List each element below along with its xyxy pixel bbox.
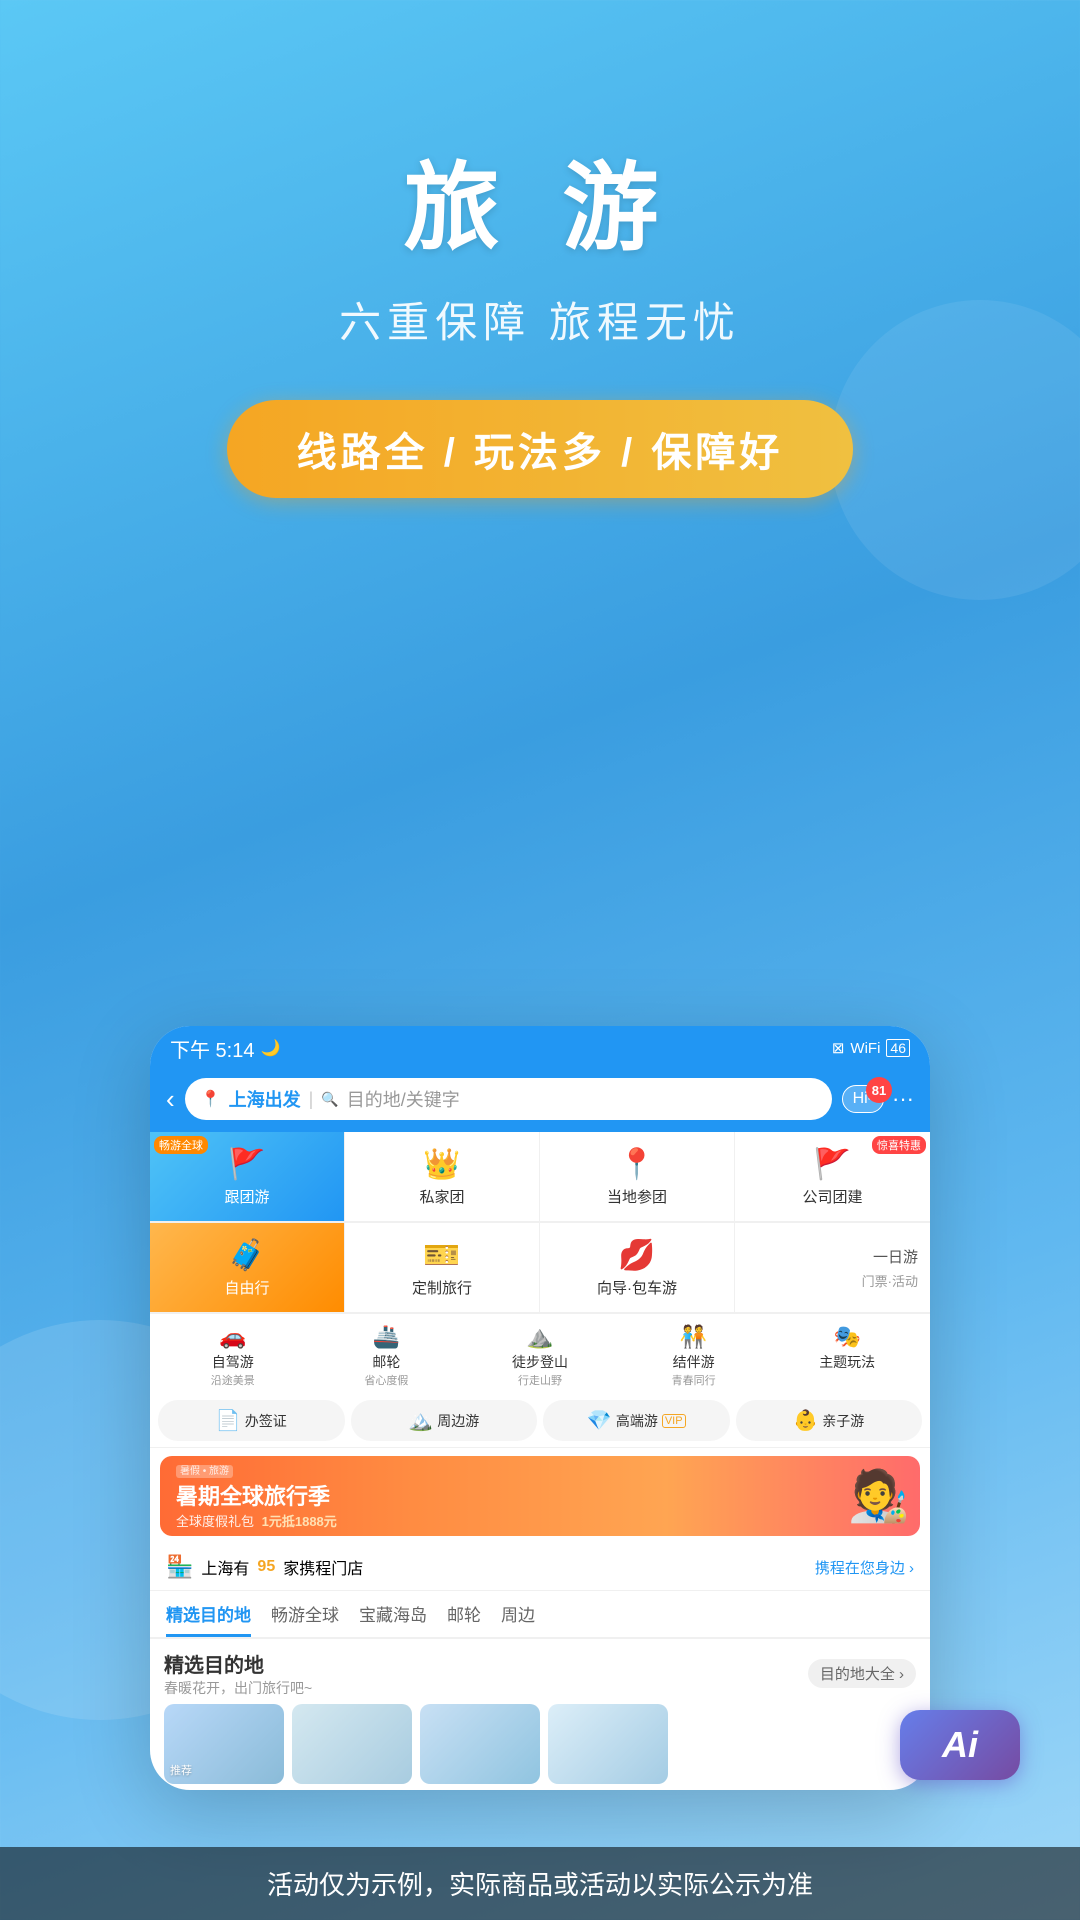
grid-row-2: 🧳 自由行 🎫 定制旅行 💋 向导·包车游 一日游 门票·活动 [150, 1223, 930, 1314]
dest-subtitle: 春暖花开，出门旅行吧~ [164, 1678, 312, 1698]
dest-title: 精选目的地 [164, 1649, 312, 1678]
small-item-hiking[interactable]: ⛰️ 徒步登山 行走山野 [465, 1324, 615, 1388]
wifi-icon: WiFi [850, 1040, 880, 1057]
ai-section: Ai [900, 1710, 1020, 1780]
phone-mockup: 下午 5:14 🌙 ⊠ WiFi 46 ‹ 📍 上海出发 | 🔍 目的地/关键字… [150, 1026, 930, 1790]
badge-惊喜特惠: 惊喜特惠 [872, 1136, 926, 1154]
small-sub-self-drive: 沿途美景 [211, 1372, 255, 1388]
promo-banner[interactable]: 暑假 • 旅游 暑期全球旅行季 全球度假礼包 1元抵1888元 🧑‍🎨 [160, 1456, 920, 1536]
quick-link-family[interactable]: 👶 亲子游 [736, 1400, 923, 1441]
hero-title: 旅 游 [0, 130, 1080, 269]
status-time: 下午 5:14 [170, 1034, 254, 1063]
dest-section: 精选目的地 春暖花开，出门旅行吧~ 目的地大全 › 推荐 [150, 1639, 930, 1790]
grid-item-group-tour[interactable]: 畅游全球 🚩 跟团游 [150, 1132, 345, 1222]
store-link[interactable]: 携程在您身边 › [815, 1557, 914, 1578]
store-icon: 🏪 [166, 1554, 193, 1580]
tab-cruise[interactable]: 邮轮 [447, 1601, 481, 1637]
grid-item-local-tour[interactable]: 📍 当地参团 [540, 1132, 735, 1222]
dest-card-2[interactable] [292, 1704, 412, 1784]
grid-label-company-tour: 公司团建 [802, 1186, 862, 1207]
hero-badge[interactable]: 线路全 / 玩法多 / 保障好 [227, 400, 854, 498]
grid-label-free-tour: 自由行 [224, 1277, 269, 1298]
hero-section: 旅 游 六重保障 旅程无忧 线路全 / 玩法多 / 保障好 [0, 0, 1080, 498]
moon-icon: 🌙 [260, 1038, 280, 1058]
store-suffix: 家携程门店 [283, 1555, 363, 1579]
battery-icon: 46 [886, 1039, 910, 1057]
grid-item-free-tour[interactable]: 🧳 自由行 [150, 1223, 345, 1313]
small-label-hiking: 徒步登山 [512, 1352, 568, 1372]
quick-link-luxury[interactable]: 💎 高端游 VIP [543, 1400, 730, 1441]
search-dest: 目的地/关键字 [347, 1086, 460, 1112]
grid-label-local-tour: 当地参团 [607, 1186, 667, 1207]
dest-cards: 推荐 [164, 1704, 916, 1784]
tab-featured-dest[interactable]: 精选目的地 [166, 1601, 251, 1637]
grid-item-day-tour[interactable]: 一日游 门票·活动 [735, 1223, 930, 1313]
dest-card-1[interactable]: 推荐 [164, 1704, 284, 1784]
store-info: 🏪 上海有 95 家携程门店 [166, 1554, 363, 1580]
status-bar: 下午 5:14 🌙 ⊠ WiFi 46 [150, 1026, 930, 1070]
small-sub-partner-tour: 青春同行 [672, 1372, 716, 1388]
grid-row-1: 畅游全球 🚩 跟团游 👑 私家团 📍 当地参团 惊喜特惠 🚩 公司团建 [150, 1132, 930, 1223]
grid-item-guide-tour[interactable]: 💋 向导·包车游 [540, 1223, 735, 1313]
small-label-theme: 主题玩法 [819, 1352, 875, 1372]
banner-main: 暑期全球旅行季 [176, 1479, 337, 1511]
small-sub-cruise: 省心度假 [364, 1372, 408, 1388]
grid-item-private-tour[interactable]: 👑 私家团 [345, 1132, 540, 1222]
grid-item-company-tour[interactable]: 惊喜特惠 🚩 公司团建 [735, 1132, 930, 1222]
banner-illustration: 🧑‍🎨 [848, 1456, 910, 1536]
quick-link-nearby[interactable]: 🏔️ 周边游 [351, 1400, 538, 1441]
quick-link-visa-label: 办签证 [245, 1411, 287, 1431]
grid-label-private-tour: 私家团 [419, 1186, 464, 1207]
small-label-partner-tour: 结伴游 [673, 1352, 715, 1372]
tab-nearby[interactable]: 周边 [501, 1601, 535, 1637]
small-item-theme[interactable]: 🎭 主题玩法 [772, 1324, 922, 1388]
banner-sub: 全球度假礼包 1元抵1888元 [176, 1511, 337, 1530]
search-origin: 上海出发 [229, 1086, 301, 1112]
signal-icon: ⊠ [832, 1039, 845, 1057]
grid-item-custom-tour[interactable]: 🎫 定制旅行 [345, 1223, 540, 1313]
store-count: 95 [257, 1558, 275, 1576]
quick-links: 📄 办签证 🏔️ 周边游 💎 高端游 VIP 👶 亲子游 [150, 1394, 930, 1448]
grid-label-custom-tour: 定制旅行 [412, 1277, 472, 1298]
search-bar: ‹ 📍 上海出发 | 🔍 目的地/关键字 Hi- 81 ··· [150, 1070, 930, 1132]
small-label-self-drive: 自驾游 [212, 1352, 254, 1372]
grid-label-guide-tour: 向导·包车游 [597, 1277, 677, 1298]
quick-link-luxury-label: 高端游 [616, 1411, 658, 1431]
quick-link-nearby-label: 周边游 [437, 1411, 479, 1431]
small-sub-hiking: 行走山野 [518, 1372, 562, 1388]
store-prefix: 上海有 [201, 1555, 249, 1579]
back-button[interactable]: ‹ [166, 1084, 175, 1115]
notification-badge: 81 [866, 1077, 892, 1103]
store-row: 🏪 上海有 95 家携程门店 携程在您身边 › [150, 1544, 930, 1591]
dest-card-4[interactable] [548, 1704, 668, 1784]
dest-card-3[interactable] [420, 1704, 540, 1784]
more-icon[interactable]: ··· [892, 1086, 914, 1112]
hero-subtitle: 六重保障 旅程无忧 [0, 289, 1080, 350]
status-icons: ⊠ WiFi 46 [832, 1039, 910, 1057]
quick-link-visa[interactable]: 📄 办签证 [158, 1400, 345, 1441]
search-actions: Hi- 81 ··· [842, 1085, 914, 1113]
grid-label-day-tour: 一日游 [862, 1246, 918, 1267]
tab-island[interactable]: 宝藏海岛 [359, 1601, 427, 1637]
badge-畅游全球: 畅游全球 [154, 1136, 208, 1154]
tabs-row: 精选目的地 畅游全球 宝藏海岛 邮轮 周边 [150, 1591, 930, 1639]
dest-link[interactable]: 目的地大全 › [808, 1659, 916, 1688]
banner-tags: 暑假 • 旅游 [176, 1465, 233, 1478]
grid-label-ticket: 门票·活动 [862, 1271, 918, 1290]
grid-label-group-tour: 跟团游 [224, 1186, 269, 1207]
vip-label: VIP [662, 1414, 686, 1428]
search-divider: | [309, 1089, 314, 1110]
small-label-cruise: 邮轮 [372, 1352, 400, 1372]
small-item-cruise[interactable]: 🚢 邮轮 省心度假 [312, 1324, 462, 1388]
tab-world-tour[interactable]: 畅游全球 [271, 1601, 339, 1637]
quick-link-family-label: 亲子游 [822, 1411, 864, 1431]
ai-button[interactable]: Ai [900, 1710, 1020, 1780]
small-item-self-drive[interactable]: 🚗 自驾游 沿途美景 [158, 1324, 308, 1388]
search-input-area[interactable]: 📍 上海出发 | 🔍 目的地/关键字 [185, 1078, 832, 1120]
small-item-partner-tour[interactable]: 🧑‍🤝‍🧑 结伴游 青春同行 [619, 1324, 769, 1388]
disclaimer: 活动仅为示例，实际商品或活动以实际公示为准 [0, 1847, 1080, 1920]
dest-header: 精选目的地 春暖花开，出门旅行吧~ 目的地大全 › [164, 1649, 916, 1698]
small-items-grid: 🚗 自驾游 沿途美景 🚢 邮轮 省心度假 ⛰️ 徒步登山 行走山野 🧑‍🤝‍🧑 … [150, 1314, 930, 1394]
